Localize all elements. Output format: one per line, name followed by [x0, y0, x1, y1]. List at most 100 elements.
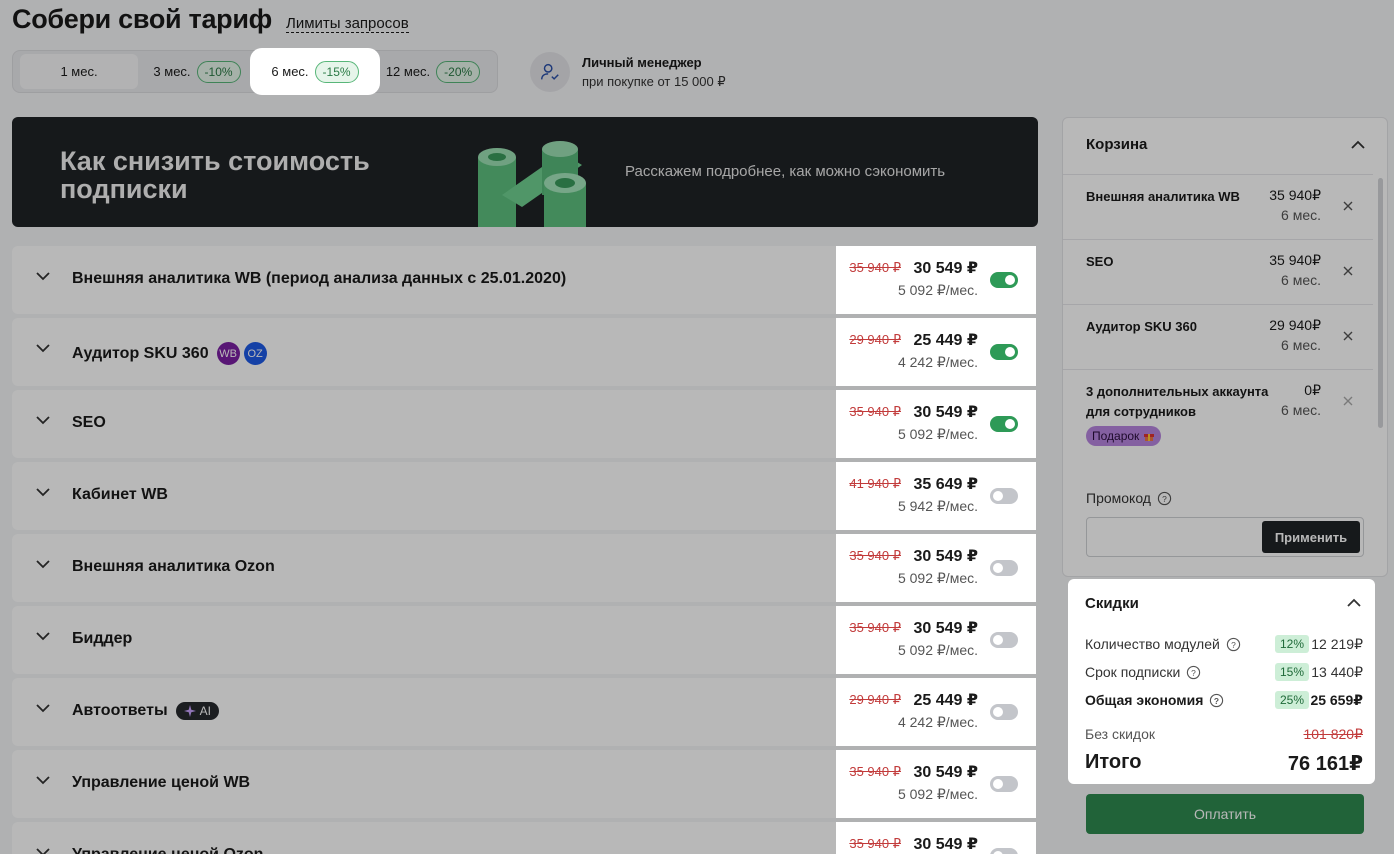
promo-label: Промокод ? — [1086, 490, 1172, 506]
per-month-price: 5 092 ₽/мес. — [897, 786, 978, 802]
module-name: Управление ценой Ozon — [72, 846, 263, 854]
cart-item: Внешняя аналитика WB 35 940₽ 6 мес. — [1063, 174, 1373, 239]
discount-pill: -10% — [196, 60, 241, 83]
ai-badge-label: AI — [199, 704, 211, 718]
header: Собери свой тариф Лимиты запросов — [12, 4, 409, 35]
discount-pill: -15% — [314, 60, 359, 83]
tab-6-months[interactable]: 6 мес. -15% — [256, 54, 374, 89]
discount-label: Общая экономия — [1085, 692, 1204, 708]
manager-subtitle: при покупке от 15 000 ₽ — [582, 73, 726, 89]
chevron-down-icon[interactable] — [36, 416, 50, 425]
module-toggle[interactable] — [990, 632, 1018, 648]
chevron-up-icon[interactable] — [1347, 598, 1361, 607]
chevron-down-icon[interactable] — [36, 704, 50, 713]
pay-button[interactable]: Оплатить — [1086, 794, 1364, 834]
chevron-down-icon[interactable] — [36, 776, 50, 785]
tab-3-months[interactable]: 3 мес. -10% — [138, 54, 256, 89]
tariff-builder-page: Собери свой тариф Лимиты запросов 1 мес.… — [0, 0, 1394, 854]
manager-title: Личный менеджер — [582, 54, 702, 70]
close-icon[interactable] — [1343, 266, 1353, 276]
chevron-down-icon[interactable] — [36, 848, 50, 854]
cart-item-name: SEO — [1086, 254, 1114, 269]
help-icon[interactable]: ? — [1157, 491, 1172, 506]
module-toggle[interactable] — [990, 416, 1018, 432]
module-toggle[interactable] — [990, 848, 1018, 854]
per-month-price: 5 092 ₽/мес. — [897, 426, 978, 442]
discount-amount: 25 659₽ — [1310, 691, 1363, 708]
tab-1-month[interactable]: 1 мес. — [20, 54, 138, 89]
old-price: 35 940 ₽ — [849, 764, 901, 779]
close-icon[interactable] — [1343, 331, 1353, 341]
old-price: 35 940 ₽ — [849, 836, 901, 851]
chevron-down-icon[interactable] — [36, 344, 50, 353]
module-title: SEO — [72, 414, 106, 431]
cart-title: Корзина — [1086, 136, 1148, 153]
savings-banner[interactable]: Как снизить стоимость подписки Расскажем… — [12, 117, 1038, 227]
cart-item: SEO 35 940₽ 6 мес. — [1063, 239, 1373, 304]
cart-scrollbar[interactable] — [1378, 178, 1383, 428]
new-price: 35 649 ₽ — [913, 476, 978, 493]
chevron-down-icon[interactable] — [36, 632, 50, 641]
cart-item-name: Внешняя аналитика WB — [1086, 189, 1240, 204]
new-price: 30 549 ₽ — [913, 764, 978, 781]
help-icon[interactable]: ? — [1186, 665, 1201, 680]
module-name: Внешняя аналитика WB (период анализа дан… — [72, 270, 566, 288]
module-toggle[interactable] — [990, 704, 1018, 720]
discount-percent: 25% — [1275, 691, 1310, 709]
promo-input[interactable] — [1087, 518, 1257, 556]
limits-link[interactable]: Лимиты запросов — [285, 15, 409, 33]
tab-label: 1 мес. — [60, 64, 98, 79]
gift-badge: Подарок — [1086, 426, 1162, 446]
module-toggle[interactable] — [990, 560, 1018, 576]
cart-panel: Корзина Внешняя аналитика WB 35 940₽ 6 м… — [1062, 117, 1388, 577]
module-toggle[interactable] — [990, 488, 1018, 504]
wb-badge: WB — [216, 342, 240, 365]
chevron-down-icon[interactable] — [36, 272, 50, 281]
no-discount-label: Без скидок — [1085, 726, 1155, 742]
chevron-down-icon[interactable] — [36, 488, 50, 497]
svg-text:?: ? — [1214, 695, 1219, 705]
per-month-price: 5 092 ₽/мес. — [897, 642, 978, 658]
cart-item: Аудитор SKU 360 29 940₽ 6 мес. — [1063, 304, 1373, 369]
close-icon — [1343, 396, 1353, 406]
module-title: Управление ценой Ozon — [72, 846, 263, 854]
help-icon[interactable]: ? — [1226, 637, 1241, 652]
module-title: Аудитор SKU 360 — [72, 344, 209, 362]
no-discount-value: 101 820₽ — [1303, 726, 1363, 742]
new-price: 25 449 ₽ — [913, 692, 978, 709]
chevron-down-icon[interactable] — [36, 560, 50, 569]
discount-percent: 15% — [1275, 663, 1310, 681]
module-title: Управление ценой WB — [72, 774, 251, 791]
price-box: 35 940 ₽ 30 549 ₽ 5 092 ₽/мес. — [836, 606, 1036, 674]
new-price: 30 549 ₽ — [913, 260, 978, 277]
price-box: 35 940 ₽ 30 549 ₽ 5 092 ₽/мес. — [836, 750, 1036, 818]
discount-label: Количество модулей — [1085, 636, 1220, 652]
price-box: 35 940 ₽ 30 549 ₽ 5 092 ₽/мес. — [836, 390, 1036, 458]
cart-item-name: 3 дополнительных аккаунта для сотруднико… — [1086, 384, 1269, 419]
help-icon[interactable]: ? — [1209, 693, 1224, 708]
close-icon[interactable] — [1343, 201, 1353, 211]
no-discount-row: Без скидок 101 820₽ — [1085, 726, 1363, 742]
tab-label: 6 мес. — [271, 64, 309, 79]
total-label: Итого — [1085, 751, 1142, 773]
old-price: 29 940 ₽ — [849, 692, 901, 707]
tab-12-months[interactable]: 12 мес. -20% — [374, 54, 492, 89]
module-name: Кабинет WB — [72, 486, 168, 504]
tab-label: 12 мес. — [385, 64, 431, 79]
module-title: Кабинет WB — [72, 486, 168, 503]
cart-item-name: Аудитор SKU 360 — [1086, 319, 1197, 334]
discount-amount: 12 219₽ — [1311, 635, 1363, 652]
module-name: Автоответы AI — [72, 702, 219, 720]
total-row: Итого 76 161₽ — [1085, 751, 1363, 775]
apply-promo-button[interactable]: Применить — [1262, 521, 1360, 553]
old-price: 29 940 ₽ — [849, 332, 901, 347]
chevron-up-icon[interactable] — [1351, 140, 1365, 149]
cart-item-period: 6 мес. — [1281, 402, 1321, 418]
discounts-panel: Скидки Количество модулей ? 12% 12 219₽ … — [1068, 579, 1375, 784]
module-toggle[interactable] — [990, 272, 1018, 288]
module-toggle[interactable] — [990, 344, 1018, 360]
discount-row: Количество модулей ? 12% 12 219₽ — [1085, 634, 1363, 654]
cart-item-price: 29 940₽ — [1269, 317, 1321, 333]
module-title: Автоответы — [72, 702, 168, 719]
module-toggle[interactable] — [990, 776, 1018, 792]
